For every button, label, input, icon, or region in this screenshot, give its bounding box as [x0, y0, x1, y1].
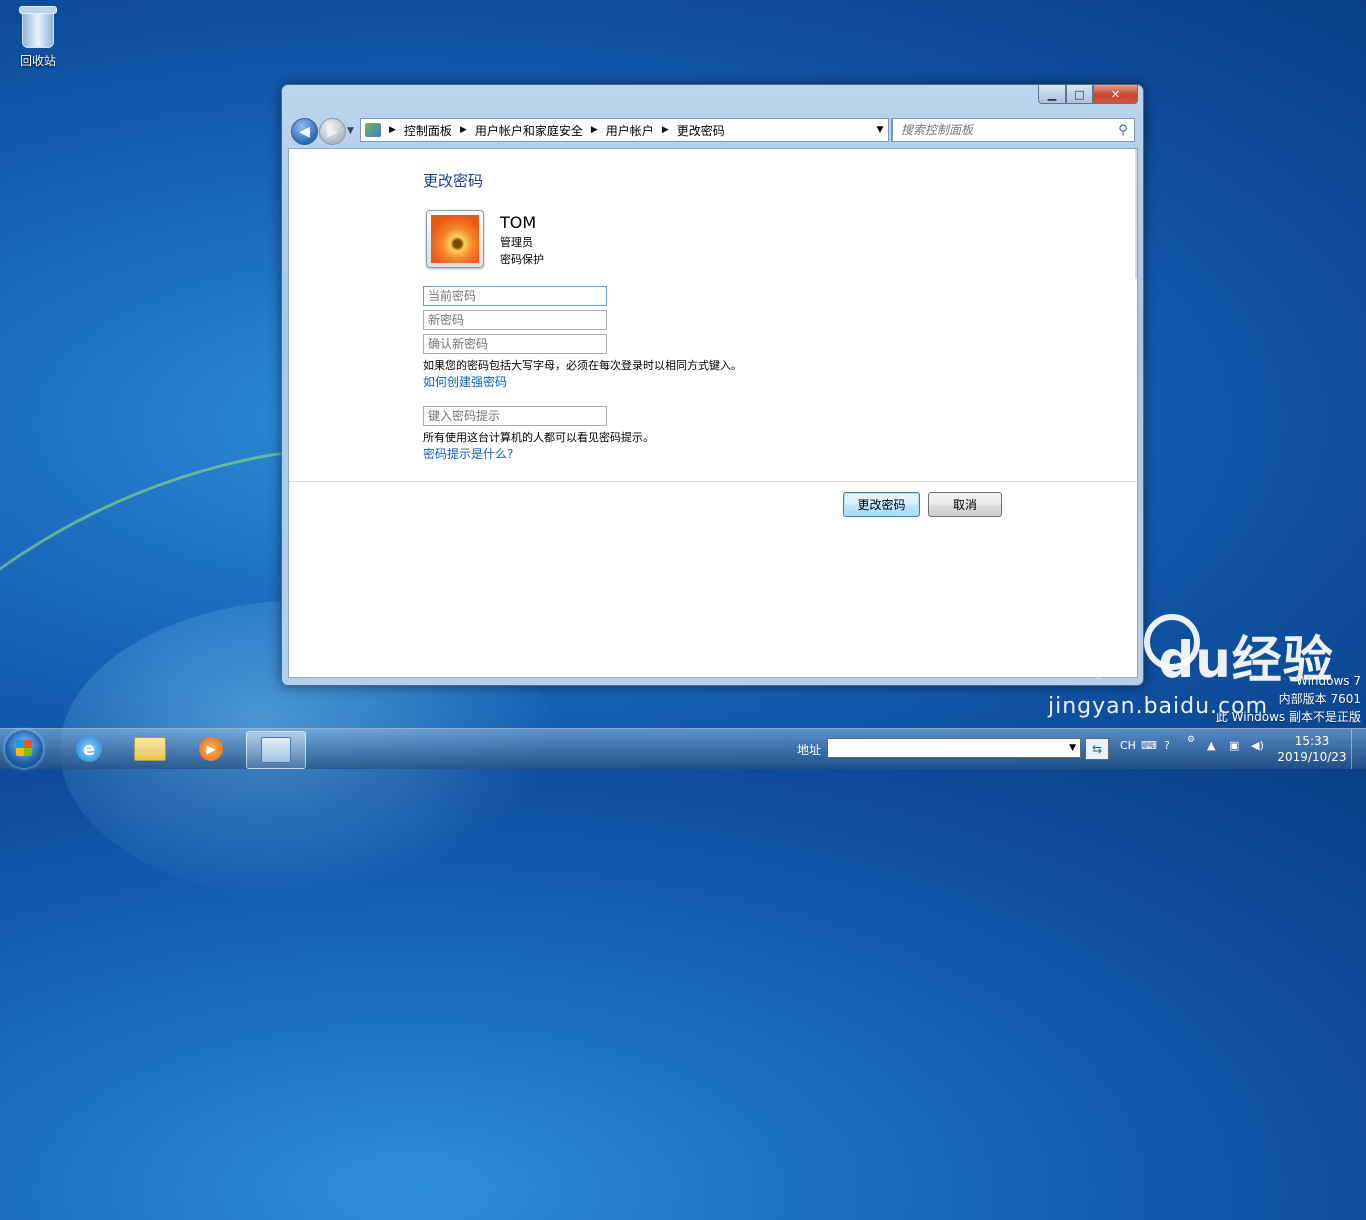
recycle-bin-label: 回收站 [19, 54, 56, 68]
close-button[interactable]: ✕ [1093, 85, 1138, 104]
network-icon[interactable]: ▣ [1229, 739, 1239, 752]
chevron-right-icon[interactable]: ▶ [591, 125, 598, 135]
breadcrumb-user-accounts[interactable]: 用户帐户 [606, 122, 654, 139]
page-title: 更改密码 [423, 172, 484, 190]
chevron-down-icon[interactable]: ▼ [1069, 743, 1076, 753]
password-hint-help-link[interactable]: 密码提示是什么? [423, 445, 513, 462]
show-hidden-icons-icon[interactable]: ▲ [1207, 739, 1215, 752]
clock-time: 15:33 [1294, 734, 1330, 748]
os-build: 内部版本 7601 [1278, 692, 1361, 706]
hint-visibility-note: 所有使用这台计算机的人都可以看见密码提示。 [423, 431, 654, 444]
divider [289, 481, 1137, 482]
user-protection-status: 密码保护 [500, 253, 544, 266]
forward-arrow-icon: ▶ [327, 123, 338, 140]
volume-icon[interactable]: ◀) [1251, 739, 1264, 752]
minimize-button[interactable]: ▁ [1038, 85, 1066, 104]
current-password-field[interactable] [423, 286, 607, 306]
recycle-bin-shortcut[interactable]: 回收站 [12, 6, 64, 69]
confirm-password-field[interactable] [423, 334, 607, 354]
taskbar-address-input[interactable]: ▼ [827, 738, 1081, 758]
flower-picture-icon [431, 215, 479, 263]
show-desktop-button[interactable] [1351, 729, 1366, 769]
caption-buttons: ▁ □ ✕ [1038, 85, 1138, 104]
control-panel-icon [365, 123, 381, 137]
taskbar-address-label: 地址 [797, 743, 822, 757]
control-panel-window-icon [261, 737, 291, 763]
start-button[interactable] [5, 730, 43, 768]
baidu-paw-logo-icon [1144, 614, 1200, 670]
taskbar-control-panel[interactable] [246, 731, 306, 769]
change-password-window: ▁ □ ✕ ◀ ▶ ▼ ▶ 控制面板 ▶ 用户帐户和家庭安全 ▶ 用户帐户 ▶ … [281, 84, 1144, 686]
user-avatar [426, 210, 484, 268]
back-arrow-icon: ◀ [299, 123, 310, 140]
navigation-bar: ◀ ▶ ▼ ▶ 控制面板 ▶ 用户帐户和家庭安全 ▶ 用户帐户 ▶ 更改密码 ▼… [289, 116, 1136, 146]
taskbar: e ▶ 地址 ▼ ⇆ CH ⌨ ? ⚙ ▲ ▣ ◀) 15:33 2019/10… [0, 728, 1366, 769]
system-clock[interactable]: 15:33 2019/10/23 [1276, 733, 1348, 765]
ime-options-icon[interactable]: ⚙ [1187, 735, 1195, 745]
breadcrumb-control-panel[interactable]: 控制面板 [404, 122, 452, 139]
change-password-button[interactable]: 更改密码 [843, 492, 920, 517]
forward-button[interactable]: ▶ [319, 118, 346, 145]
media-player-icon: ▶ [199, 737, 223, 761]
windows-version-notice: Windows 7 内部版本 7601 此 Windows 副本不是正版 [1216, 672, 1361, 726]
taskbar-file-explorer[interactable] [121, 731, 179, 767]
chevron-right-icon[interactable]: ▶ [662, 125, 669, 135]
search-icon[interactable]: ⚲ [1112, 123, 1134, 138]
go-arrow-icon: ⇆ [1091, 742, 1103, 756]
search-box[interactable]: ⚲ [892, 118, 1135, 142]
user-name: TOM [500, 213, 537, 232]
cancel-button[interactable]: 取消 [928, 492, 1002, 517]
back-button[interactable]: ◀ [291, 118, 318, 145]
breadcrumb-user-accounts-family[interactable]: 用户帐户和家庭安全 [475, 122, 583, 139]
address-bar[interactable]: ▶ 控制面板 ▶ 用户帐户和家庭安全 ▶ 用户帐户 ▶ 更改密码 ▼ [360, 118, 889, 142]
case-sensitivity-note: 如果您的密码包括大写字母，必须在每次登录时以相同方式键入。 [423, 359, 742, 372]
clock-date: 2019/10/23 [1277, 750, 1347, 764]
chevron-right-icon[interactable]: ▶ [460, 125, 467, 135]
password-hint-field[interactable] [423, 406, 607, 426]
scrollbar[interactable] [1135, 149, 1137, 279]
os-genuine-warning: 此 Windows 副本不是正版 [1215, 710, 1361, 724]
new-password-field[interactable] [423, 310, 607, 330]
language-indicator[interactable]: CH [1120, 739, 1136, 752]
search-input[interactable] [893, 122, 1112, 138]
taskbar-internet-explorer[interactable]: e [60, 731, 118, 767]
address-dropdown-button[interactable]: ▼ [872, 120, 888, 140]
breadcrumb-change-password[interactable]: 更改密码 [677, 122, 725, 139]
taskbar-media-player[interactable]: ▶ [182, 731, 240, 767]
user-role: 管理员 [500, 236, 533, 249]
chevron-right-icon[interactable]: ▶ [389, 125, 396, 135]
folder-icon [134, 737, 166, 761]
taskbar-address-go-button[interactable]: ⇆ [1085, 738, 1109, 760]
recycle-bin-icon [19, 6, 57, 48]
maximize-button[interactable]: □ [1066, 85, 1093, 104]
strong-password-link[interactable]: 如何创建强密码 [423, 373, 507, 390]
keyboard-icon[interactable]: ⌨ [1141, 739, 1157, 752]
content-pane: 更改密码 TOM 管理员 密码保护 如果您的密码包括大写字母，必须在每次登录时以… [288, 148, 1138, 678]
internet-explorer-icon: e [76, 736, 102, 762]
os-name: Windows 7 [1295, 674, 1361, 688]
recent-pages-dropdown[interactable]: ▼ [347, 126, 354, 136]
help-icon[interactable]: ? [1164, 739, 1170, 752]
